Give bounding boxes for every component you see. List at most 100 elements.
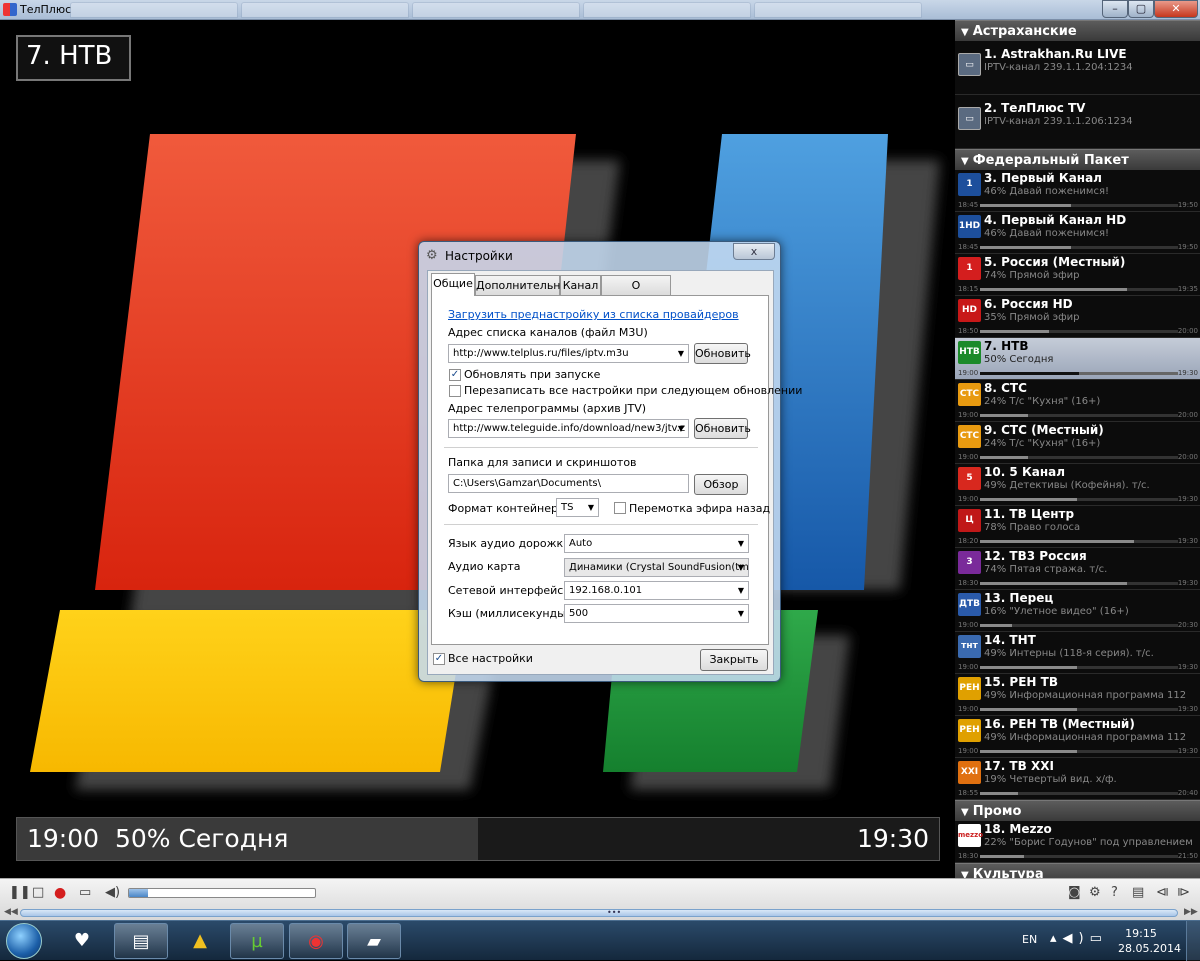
channel-item[interactable]: 1 3. Первый Канал 46% Давай поженимся! 18:4… — [955, 170, 1200, 212]
channel-item[interactable]: 5 10. 5 Канал 49% Детективы (Кофейня). т/с… — [955, 464, 1200, 506]
channel-item[interactable]: РЕН 15. РЕН ТВ 49% Информационная программ… — [955, 674, 1200, 716]
channel-group-header[interactable]: ▼ Культура — [955, 863, 1200, 878]
chevron-down-icon[interactable]: ▼ — [588, 499, 594, 516]
chevron-down-icon[interactable]: ▼ — [678, 420, 684, 437]
channel-item[interactable]: ДТВ 13. Перец 16% "Улетное видео" (16+) 19:… — [955, 590, 1200, 632]
playlist-icon[interactable]: ▤ — [1132, 885, 1144, 900]
program-progress-fill — [980, 372, 1079, 375]
folder-icon[interactable]: ▭ — [79, 885, 91, 900]
record-folder-field[interactable]: C:\Users\Gamzar\Documents\ — [448, 474, 689, 493]
channel-item[interactable]: HD 6. Россия HD 35% Прямой эфир 18:50 20:00 — [955, 296, 1200, 338]
explorer-taskbar-button[interactable]: ▤ — [114, 923, 168, 959]
m3u-url-field[interactable]: http://www.telplus.ru/files/iptv.m3u ▼ — [448, 344, 689, 363]
close-dialog-button[interactable]: Закрыть — [700, 649, 768, 671]
channel-item[interactable]: тнт 14. ТНТ 49% Интерны (118-я серия). т/с… — [955, 632, 1200, 674]
program-progress — [980, 666, 1178, 669]
next-channel-icon[interactable]: ⧐ — [1177, 885, 1190, 900]
dialog-body: Общие Дополнительно Канал О программе За… — [427, 270, 802, 675]
dialog-close-button[interactable]: x — [733, 243, 775, 260]
program-end: 19:30 — [1177, 537, 1198, 545]
container-value: TS — [561, 502, 574, 513]
channel-list[interactable]: ▼ Астраханские ▭ 1. Astrakhan.Ru LIVE IPTV-к… — [955, 20, 1200, 878]
update-on-start-checkbox[interactable]: ✓ — [449, 369, 461, 381]
tray-icons[interactable]: ▴◀)▭ — [1050, 931, 1108, 946]
timeshift-checkbox[interactable] — [614, 502, 626, 514]
refresh-m3u-button[interactable]: Обновить — [694, 343, 751, 364]
record-icon[interactable]: ● — [54, 885, 66, 901]
show-desktop-button[interactable] — [1186, 921, 1200, 961]
seek-back-icon[interactable]: ◀◀ — [4, 907, 18, 917]
app-icon-heart[interactable]: ♥ — [62, 925, 102, 957]
channel-name: 14. ТНТ — [984, 633, 1036, 647]
channel-item[interactable]: ▭ 1. Astrakhan.Ru LIVE IPTV-канал 239.1.1.… — [955, 41, 1200, 95]
program-progress — [980, 414, 1178, 417]
seek-forward-icon[interactable]: ▶▶ — [1184, 907, 1198, 917]
program-start: 18:30 — [958, 579, 979, 587]
pause-icon[interactable]: ❚❚ — [9, 885, 31, 900]
program-start: 19:00 — [958, 369, 979, 377]
preset-link[interactable]: Загрузить преднастройку из списка провай… — [448, 308, 739, 321]
tab-general[interactable]: Общие — [431, 273, 475, 296]
tab-about[interactable]: О программе — [601, 275, 671, 311]
settings-dialog: ⚙ Настройки x Общие Дополнительно Канал … — [418, 241, 802, 682]
channel-group-header[interactable]: ▼ Федеральный Пакет — [955, 149, 1200, 170]
maximize-button[interactable]: ▢ — [1128, 0, 1154, 18]
channel-item[interactable]: 1 5. Россия (Местный) 74% Прямой эфир 18:15… — [955, 254, 1200, 296]
tab-channel[interactable]: Канал — [560, 275, 601, 295]
channel-group-header[interactable]: ▼ Астраханские — [955, 20, 1200, 41]
settings-icon[interactable]: ⚙ — [1089, 885, 1101, 900]
chevron-down-icon[interactable]: ▼ — [738, 605, 744, 622]
channel-group-header[interactable]: ▼ Промо — [955, 800, 1200, 821]
channel-item[interactable]: СТС 8. СТС 24% Т/с "Кухня" (16+) 19:00 20:00 — [955, 380, 1200, 422]
minimize-button[interactable]: – — [1102, 0, 1128, 18]
close-window-button[interactable]: ✕ — [1154, 0, 1198, 18]
clock[interactable]: 19:15 28.05.2014 — [1118, 926, 1181, 956]
volume-slider[interactable] — [128, 888, 316, 898]
clock-date: 28.05.2014 — [1118, 942, 1181, 955]
channel-item[interactable]: 3 12. ТВ3 Россия 74% Пятая стража. т/с. 18:… — [955, 548, 1200, 590]
channel-item[interactable]: РЕН 16. РЕН ТВ (Местный) 49% Информационна… — [955, 716, 1200, 758]
telplus-taskbar-button[interactable]: ▰ — [347, 923, 401, 959]
volume-icon[interactable]: ◀) — [105, 885, 120, 900]
chevron-down-icon[interactable]: ▼ — [738, 582, 744, 599]
all-settings-checkbox[interactable]: ✓ — [433, 653, 445, 665]
channel-item[interactable]: НТВ 7. НТВ 50% Сегодня 19:00 19:30 — [955, 338, 1200, 380]
start-button[interactable] — [6, 923, 42, 959]
epg-url-field[interactable]: http://www.teleguide.info/download/new3/… — [448, 419, 689, 438]
help-icon[interactable]: ? — [1111, 885, 1118, 900]
channel-item[interactable]: ▭ 2. ТелПлюс TV IPTV-канал 239.1.1.206:123… — [955, 95, 1200, 149]
aimp-taskbar-icon[interactable]: ▲ — [180, 925, 220, 957]
channel-logo-icon: HD — [958, 299, 981, 322]
audio-track-select[interactable]: Auto ▼ — [564, 534, 749, 553]
language-indicator[interactable]: EN — [1022, 933, 1037, 946]
screenshot-icon[interactable]: ◙ — [1068, 885, 1081, 900]
program-progress-fill — [980, 855, 1024, 858]
container-select[interactable]: TS ▼ — [556, 498, 599, 517]
chevron-down-icon[interactable]: ▼ — [738, 559, 744, 576]
refresh-epg-button[interactable]: Обновить — [694, 418, 751, 439]
audio-card-select[interactable]: Динамики (Crystal SoundFusion(tm) ▼ — [564, 558, 749, 577]
channel-item[interactable]: СТС 9. СТС (Местный) 24% Т/с "Кухня" (16+)… — [955, 422, 1200, 464]
channel-item[interactable]: Ц 11. ТВ Центр 78% Право голоса 18:20 19:30 — [955, 506, 1200, 548]
browse-button[interactable]: Обзор — [694, 474, 748, 495]
chevron-down-icon[interactable]: ▼ — [738, 535, 744, 552]
utorrent-taskbar-button[interactable]: µ — [230, 923, 284, 959]
stop-icon[interactable]: □ — [32, 885, 44, 900]
seek-bar[interactable]: ••• — [20, 908, 1178, 917]
channel-item[interactable]: 1HD 4. Первый Канал HD 46% Давай поженимся… — [955, 212, 1200, 254]
program-start: 18:20 — [958, 537, 979, 545]
program-progress — [980, 750, 1178, 753]
tab-advanced[interactable]: Дополнительно — [475, 275, 567, 295]
overwrite-settings-checkbox[interactable] — [449, 385, 461, 397]
seek-knob[interactable]: ••• — [607, 908, 621, 917]
chevron-down-icon[interactable]: ▼ — [678, 345, 684, 362]
prev-channel-icon[interactable]: ⧏ — [1156, 885, 1169, 900]
channel-program: 46% Давай поженимся! — [984, 186, 1109, 197]
channel-item[interactable]: XXI 17. ТВ XXI 19% Четвертый вид. х/ф. 18:5… — [955, 758, 1200, 800]
program-start: 19:00 — [958, 705, 979, 713]
taskbar: ♥ ▤ ▲ µ ◉ ▰ EN ▴◀)▭ 19:15 28.05.2014 — [0, 920, 1200, 961]
channel-item[interactable]: mezzo 18. Mezzo 22% "Борис Годунов" под уп… — [955, 821, 1200, 863]
chrome-taskbar-button[interactable]: ◉ — [289, 923, 343, 959]
cache-select[interactable]: 500 ▼ — [564, 604, 749, 623]
network-interface-select[interactable]: 192.168.0.101 ▼ — [564, 581, 749, 600]
